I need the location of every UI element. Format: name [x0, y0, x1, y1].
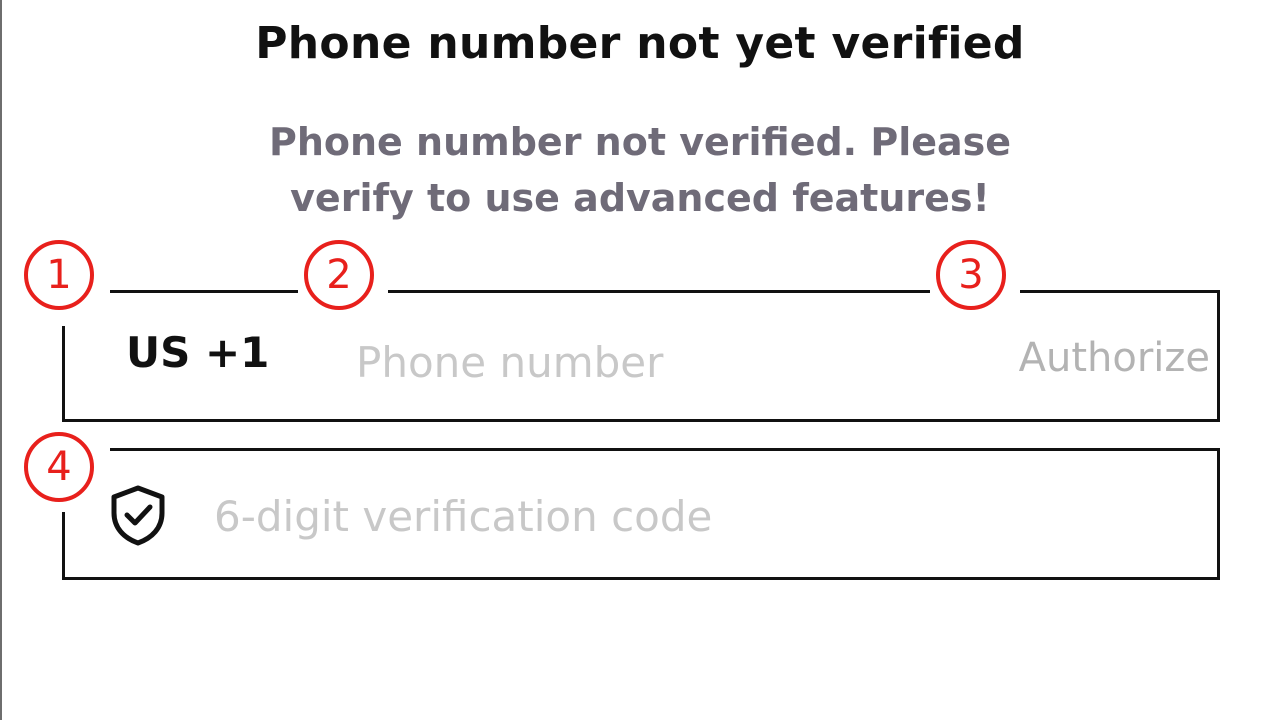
- country-code-selector[interactable]: US +1: [126, 328, 269, 377]
- annotation-marker-2: 2: [304, 240, 374, 310]
- authorize-button[interactable]: Authorize: [960, 330, 1210, 386]
- dialog-title: Phone number not yet verified: [255, 18, 1025, 69]
- dialog-message: Phone number not verified. Please verify…: [268, 120, 1012, 220]
- verification-code-input[interactable]: [214, 488, 1114, 544]
- window-edge: [0, 0, 2, 720]
- annotation-marker-3: 3: [936, 240, 1006, 310]
- phone-number-input[interactable]: [356, 334, 896, 390]
- shield-check-icon: [111, 485, 165, 546]
- annotation-marker-1: 1: [24, 240, 94, 310]
- annotation-marker-4: 4: [24, 432, 94, 502]
